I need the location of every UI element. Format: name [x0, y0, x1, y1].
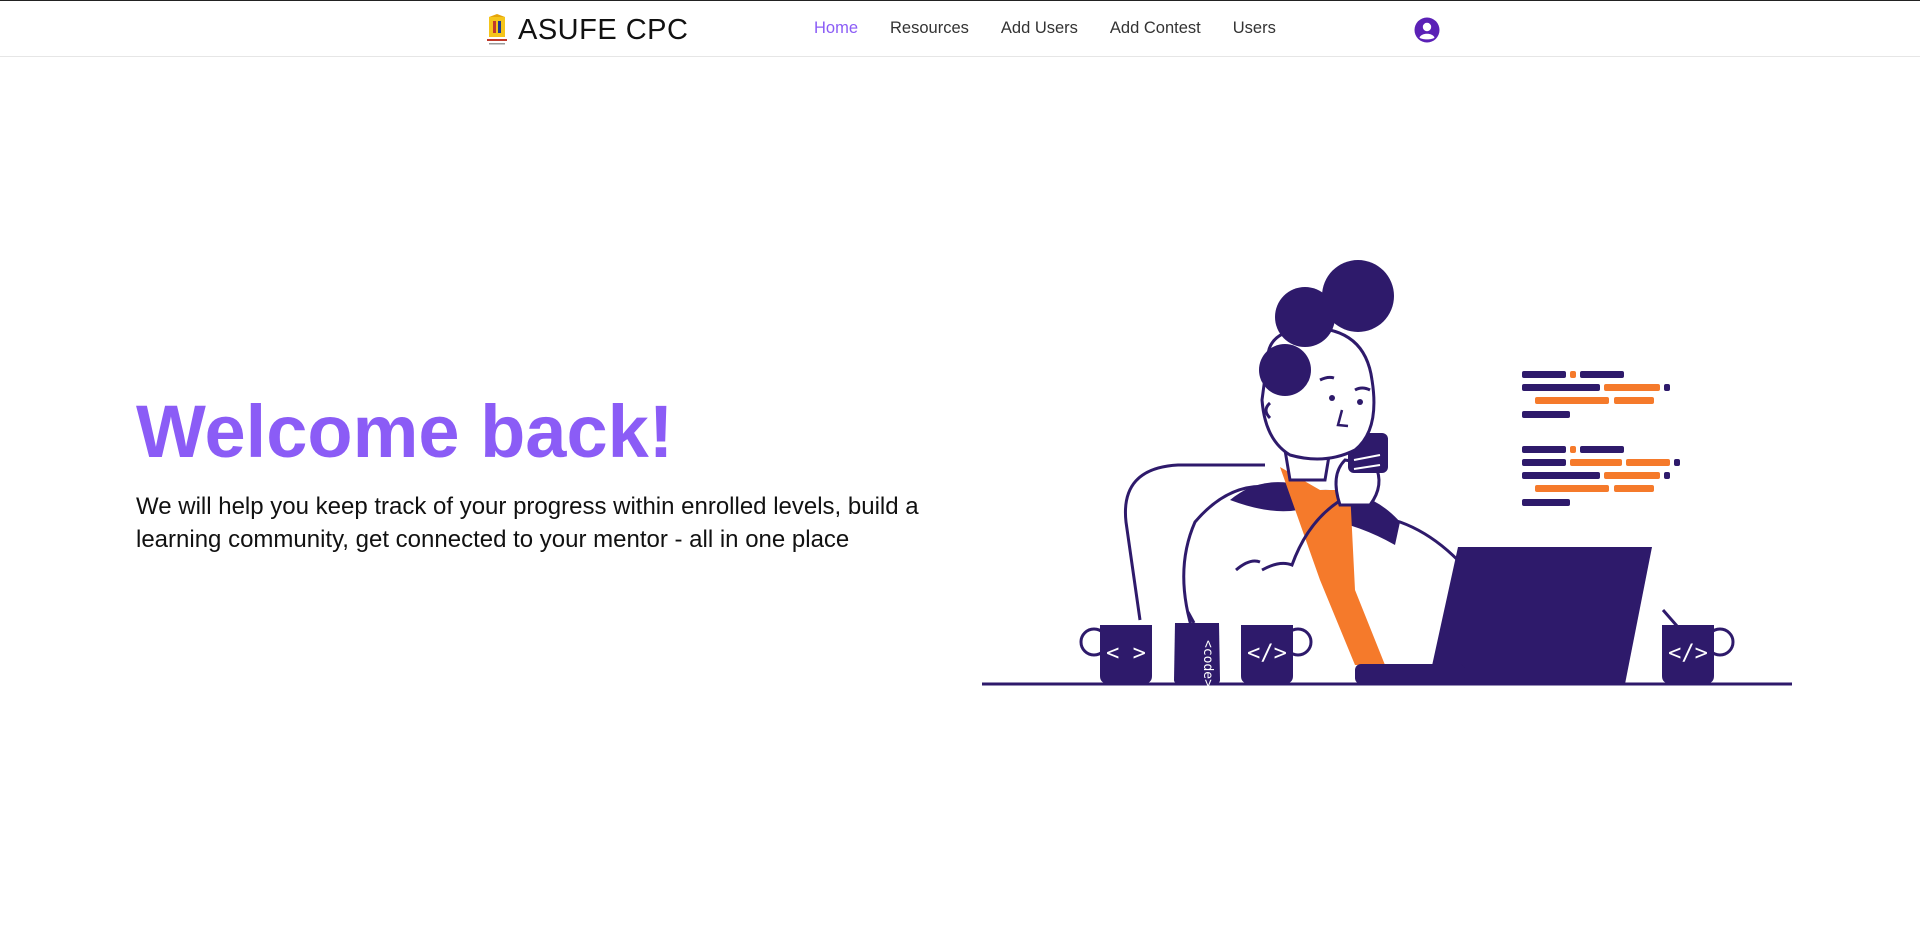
code-snippet-top [1522, 371, 1670, 418]
logo-icon [487, 14, 507, 45]
svg-text:</>: </> [1247, 641, 1287, 666]
svg-text:< >: < > [1106, 641, 1146, 666]
code-can: <code> [1174, 611, 1220, 687]
hero-description: We will help you keep track of your prog… [136, 493, 919, 553]
mug-left: < > [1079, 625, 1152, 684]
svg-text:</>: </> [1668, 641, 1708, 666]
nav-users[interactable]: Users [1233, 19, 1276, 38]
brand[interactable]: ASUFE CPC [484, 11, 688, 49]
main-nav: Home Resources Add Users Add Contest Use… [814, 19, 1276, 38]
nav-add-users[interactable]: Add Users [1001, 19, 1078, 38]
hero-title: Welcome back! [136, 390, 674, 473]
nav-add-contest[interactable]: Add Contest [1110, 19, 1201, 38]
nav-resources[interactable]: Resources [890, 19, 969, 38]
developer-illustration: < > <code> </> </> [982, 260, 1792, 687]
mug-right: </> [1661, 609, 1735, 684]
top-navbar: ASUFE CPC Home Resources Add Users Add C… [0, 0, 1920, 57]
user-circle-icon[interactable] [1414, 17, 1440, 43]
svg-text:<code>: <code> [1200, 640, 1215, 687]
brand-name: ASUFE CPC [518, 13, 689, 46]
nav-home[interactable]: Home [814, 19, 858, 38]
code-snippet-bottom [1522, 446, 1680, 506]
